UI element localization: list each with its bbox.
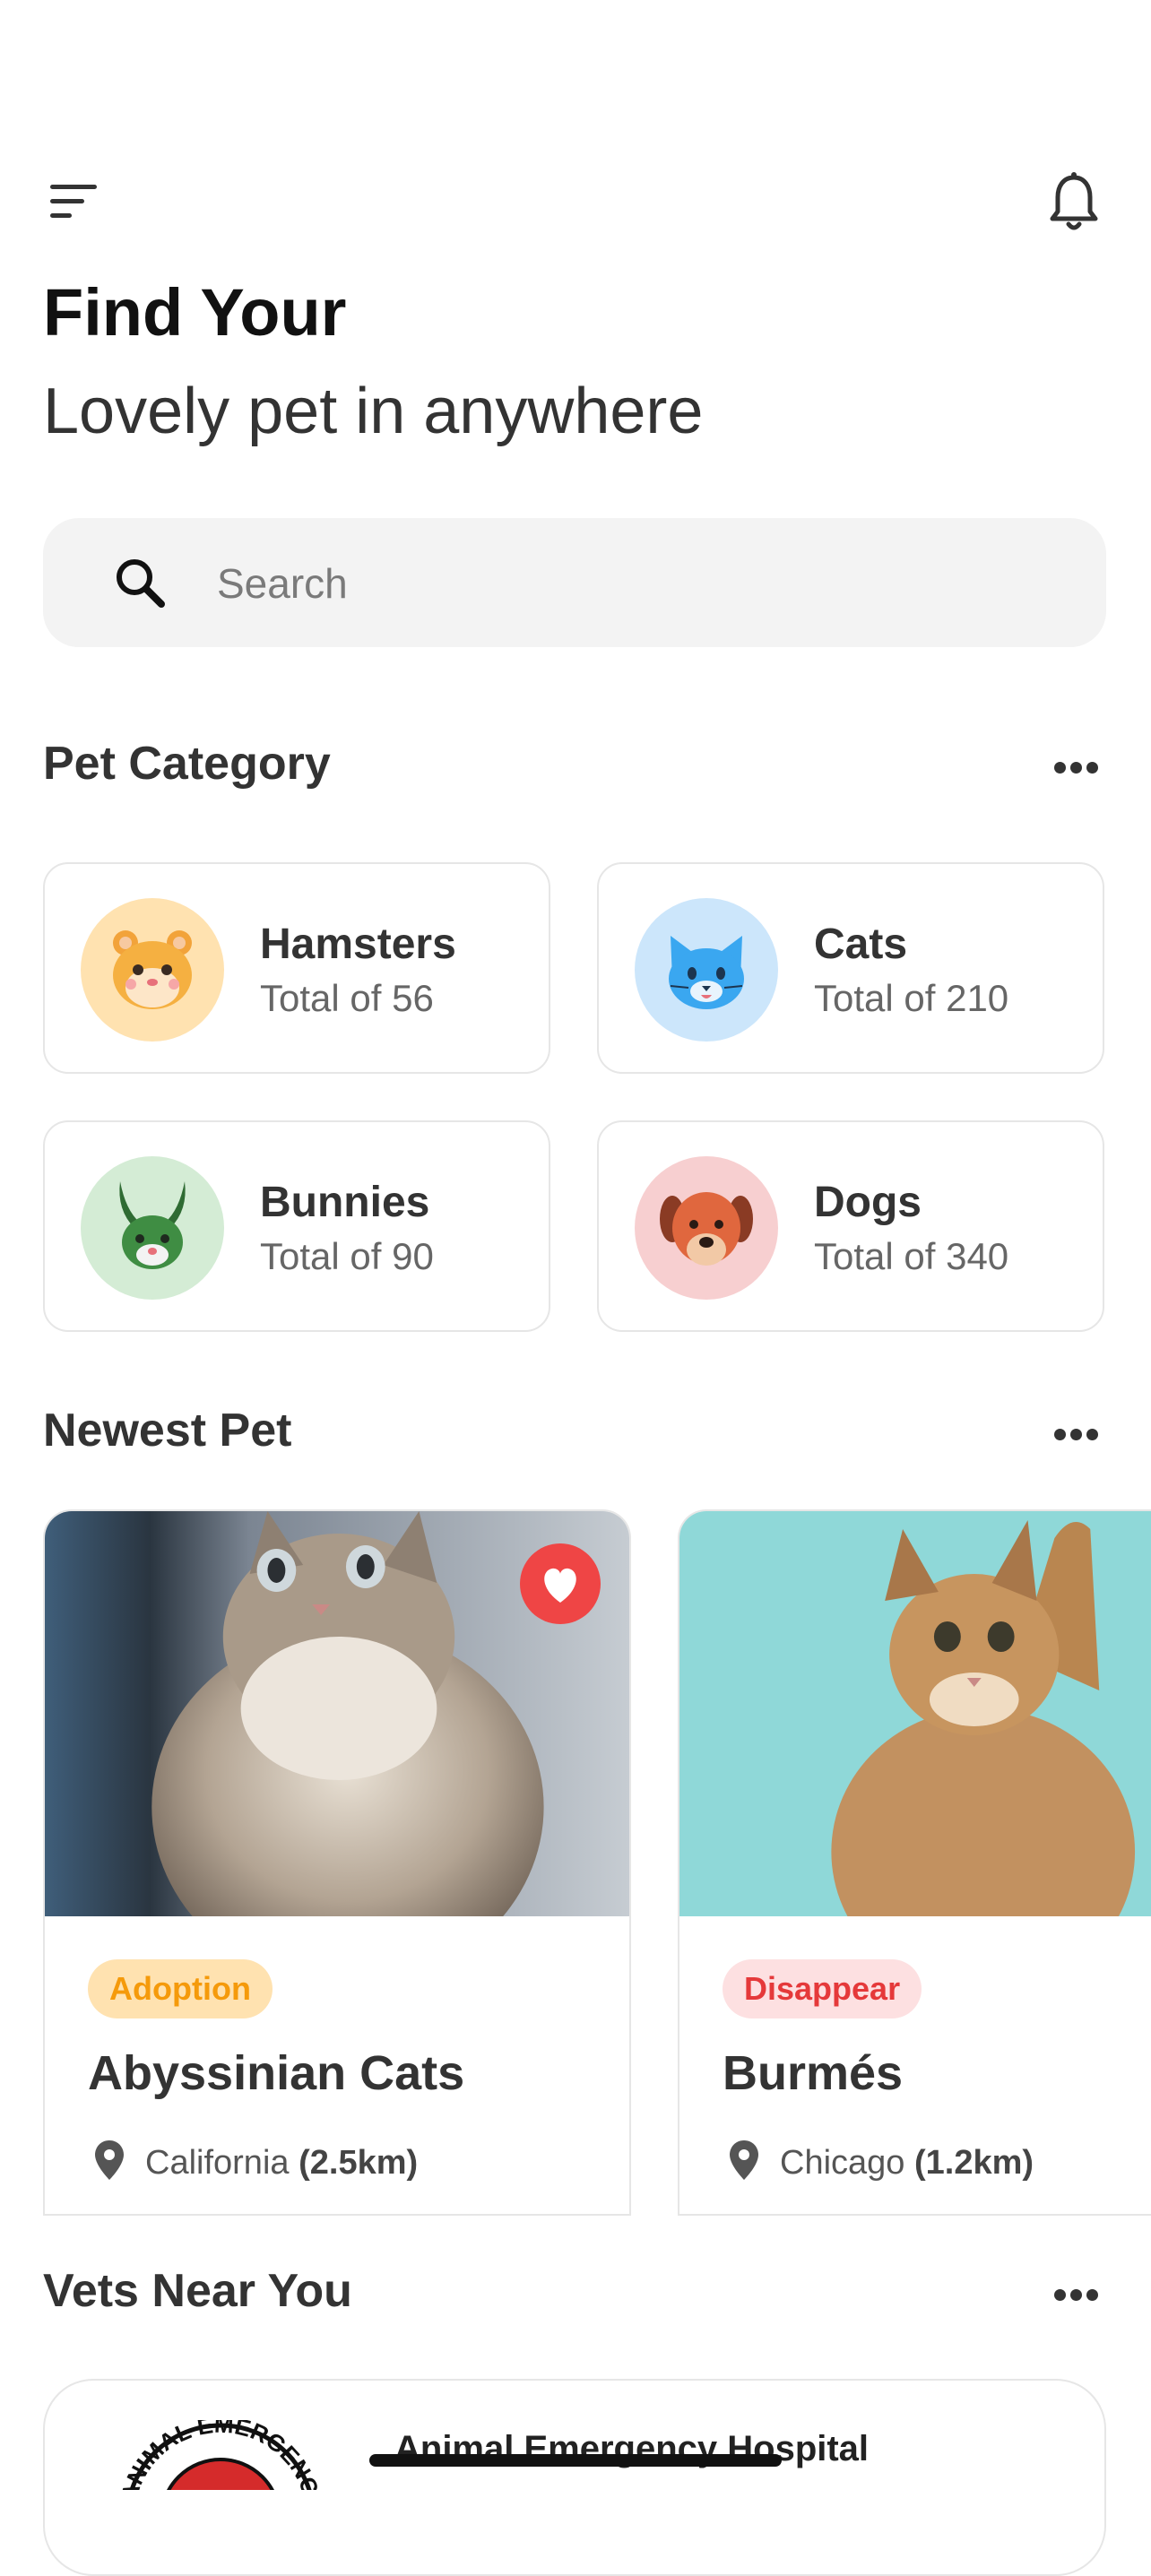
- pet-name: Abyssinian Cats: [88, 2046, 465, 2100]
- more-horizontal-icon: [1054, 762, 1066, 774]
- pet-distance: (1.2km): [913, 2144, 1034, 2182]
- vets-near-you-heading: Vets Near You: [43, 2265, 352, 2317]
- category-card-bunnies[interactable]: Bunnies Total of 90: [43, 1120, 550, 1332]
- pet-location: California (2.5km): [145, 2144, 418, 2183]
- home-indicator: [369, 2454, 782, 2467]
- newest-pet-heading: Newest Pet: [43, 1405, 292, 1457]
- pet-photo: [679, 1511, 1151, 1916]
- category-card-dogs[interactable]: Dogs Total of 340: [597, 1120, 1104, 1332]
- category-total: Total of 340: [814, 1235, 1009, 1277]
- pet-category-more-button[interactable]: [1047, 749, 1104, 785]
- page-title: Find Your: [43, 275, 347, 350]
- more-horizontal-icon: [1054, 2289, 1066, 2301]
- notification-button[interactable]: [1045, 170, 1103, 235]
- pet-category-heading: Pet Category: [43, 738, 331, 790]
- category-card-hamsters[interactable]: Hamsters Total of 56: [43, 862, 550, 1074]
- pet-card-abyssinian[interactable]: Adoption Abyssinian Cats California (2.5…: [43, 1509, 631, 2216]
- search-input[interactable]: [215, 549, 1026, 618]
- category-icon-bg: [635, 898, 778, 1042]
- category-icon-bg: [635, 1156, 778, 1300]
- status-badge: Disappear: [723, 1959, 922, 2018]
- category-card-cats[interactable]: Cats Total of 210: [597, 862, 1104, 1074]
- search-icon: [117, 559, 165, 608]
- category-name: Bunnies: [260, 1179, 430, 1226]
- category-name: Hamsters: [260, 921, 456, 968]
- bunny-icon: [119, 1181, 186, 1269]
- more-horizontal-icon: [1054, 1429, 1066, 1440]
- category-icon-bg: [81, 898, 224, 1042]
- category-total: Total of 210: [814, 977, 1009, 1019]
- favorite-button[interactable]: [520, 1543, 601, 1624]
- category-total: Total of 56: [260, 977, 434, 1019]
- location-pin-icon: [95, 2140, 124, 2180]
- pet-location: Chicago (1.2km): [780, 2144, 1034, 2183]
- category-icon-bg: [81, 1156, 224, 1300]
- pet-city: California: [145, 2144, 290, 2182]
- menu-button[interactable]: [43, 176, 100, 226]
- vets-more-button[interactable]: [1047, 2277, 1104, 2312]
- pet-city: Chicago: [780, 2144, 905, 2182]
- category-name: Dogs: [814, 1179, 922, 1226]
- pet-name: Burmés: [723, 2046, 904, 2100]
- location-pin-icon: [730, 2140, 758, 2180]
- cat-icon: [669, 936, 744, 1009]
- category-name: Cats: [814, 921, 908, 968]
- dog-icon: [660, 1192, 753, 1266]
- status-badge: Adoption: [88, 1959, 273, 2018]
- heart-icon: [544, 1568, 576, 1603]
- newest-pet-more-button[interactable]: [1047, 1416, 1104, 1452]
- pet-card-burmes[interactable]: Disappear Burmés Chicago (1.2km): [678, 1509, 1151, 2216]
- vet-logo: ANIMAL EMERGENCY: [122, 2420, 319, 2490]
- menu-lines-icon: [50, 185, 97, 218]
- hamster-icon: [113, 930, 192, 1009]
- bell-icon: [1050, 172, 1098, 230]
- page-subtitle: Lovely pet in anywhere: [43, 376, 704, 447]
- pet-distance: (2.5km): [299, 2144, 419, 2182]
- category-total: Total of 90: [260, 1235, 434, 1277]
